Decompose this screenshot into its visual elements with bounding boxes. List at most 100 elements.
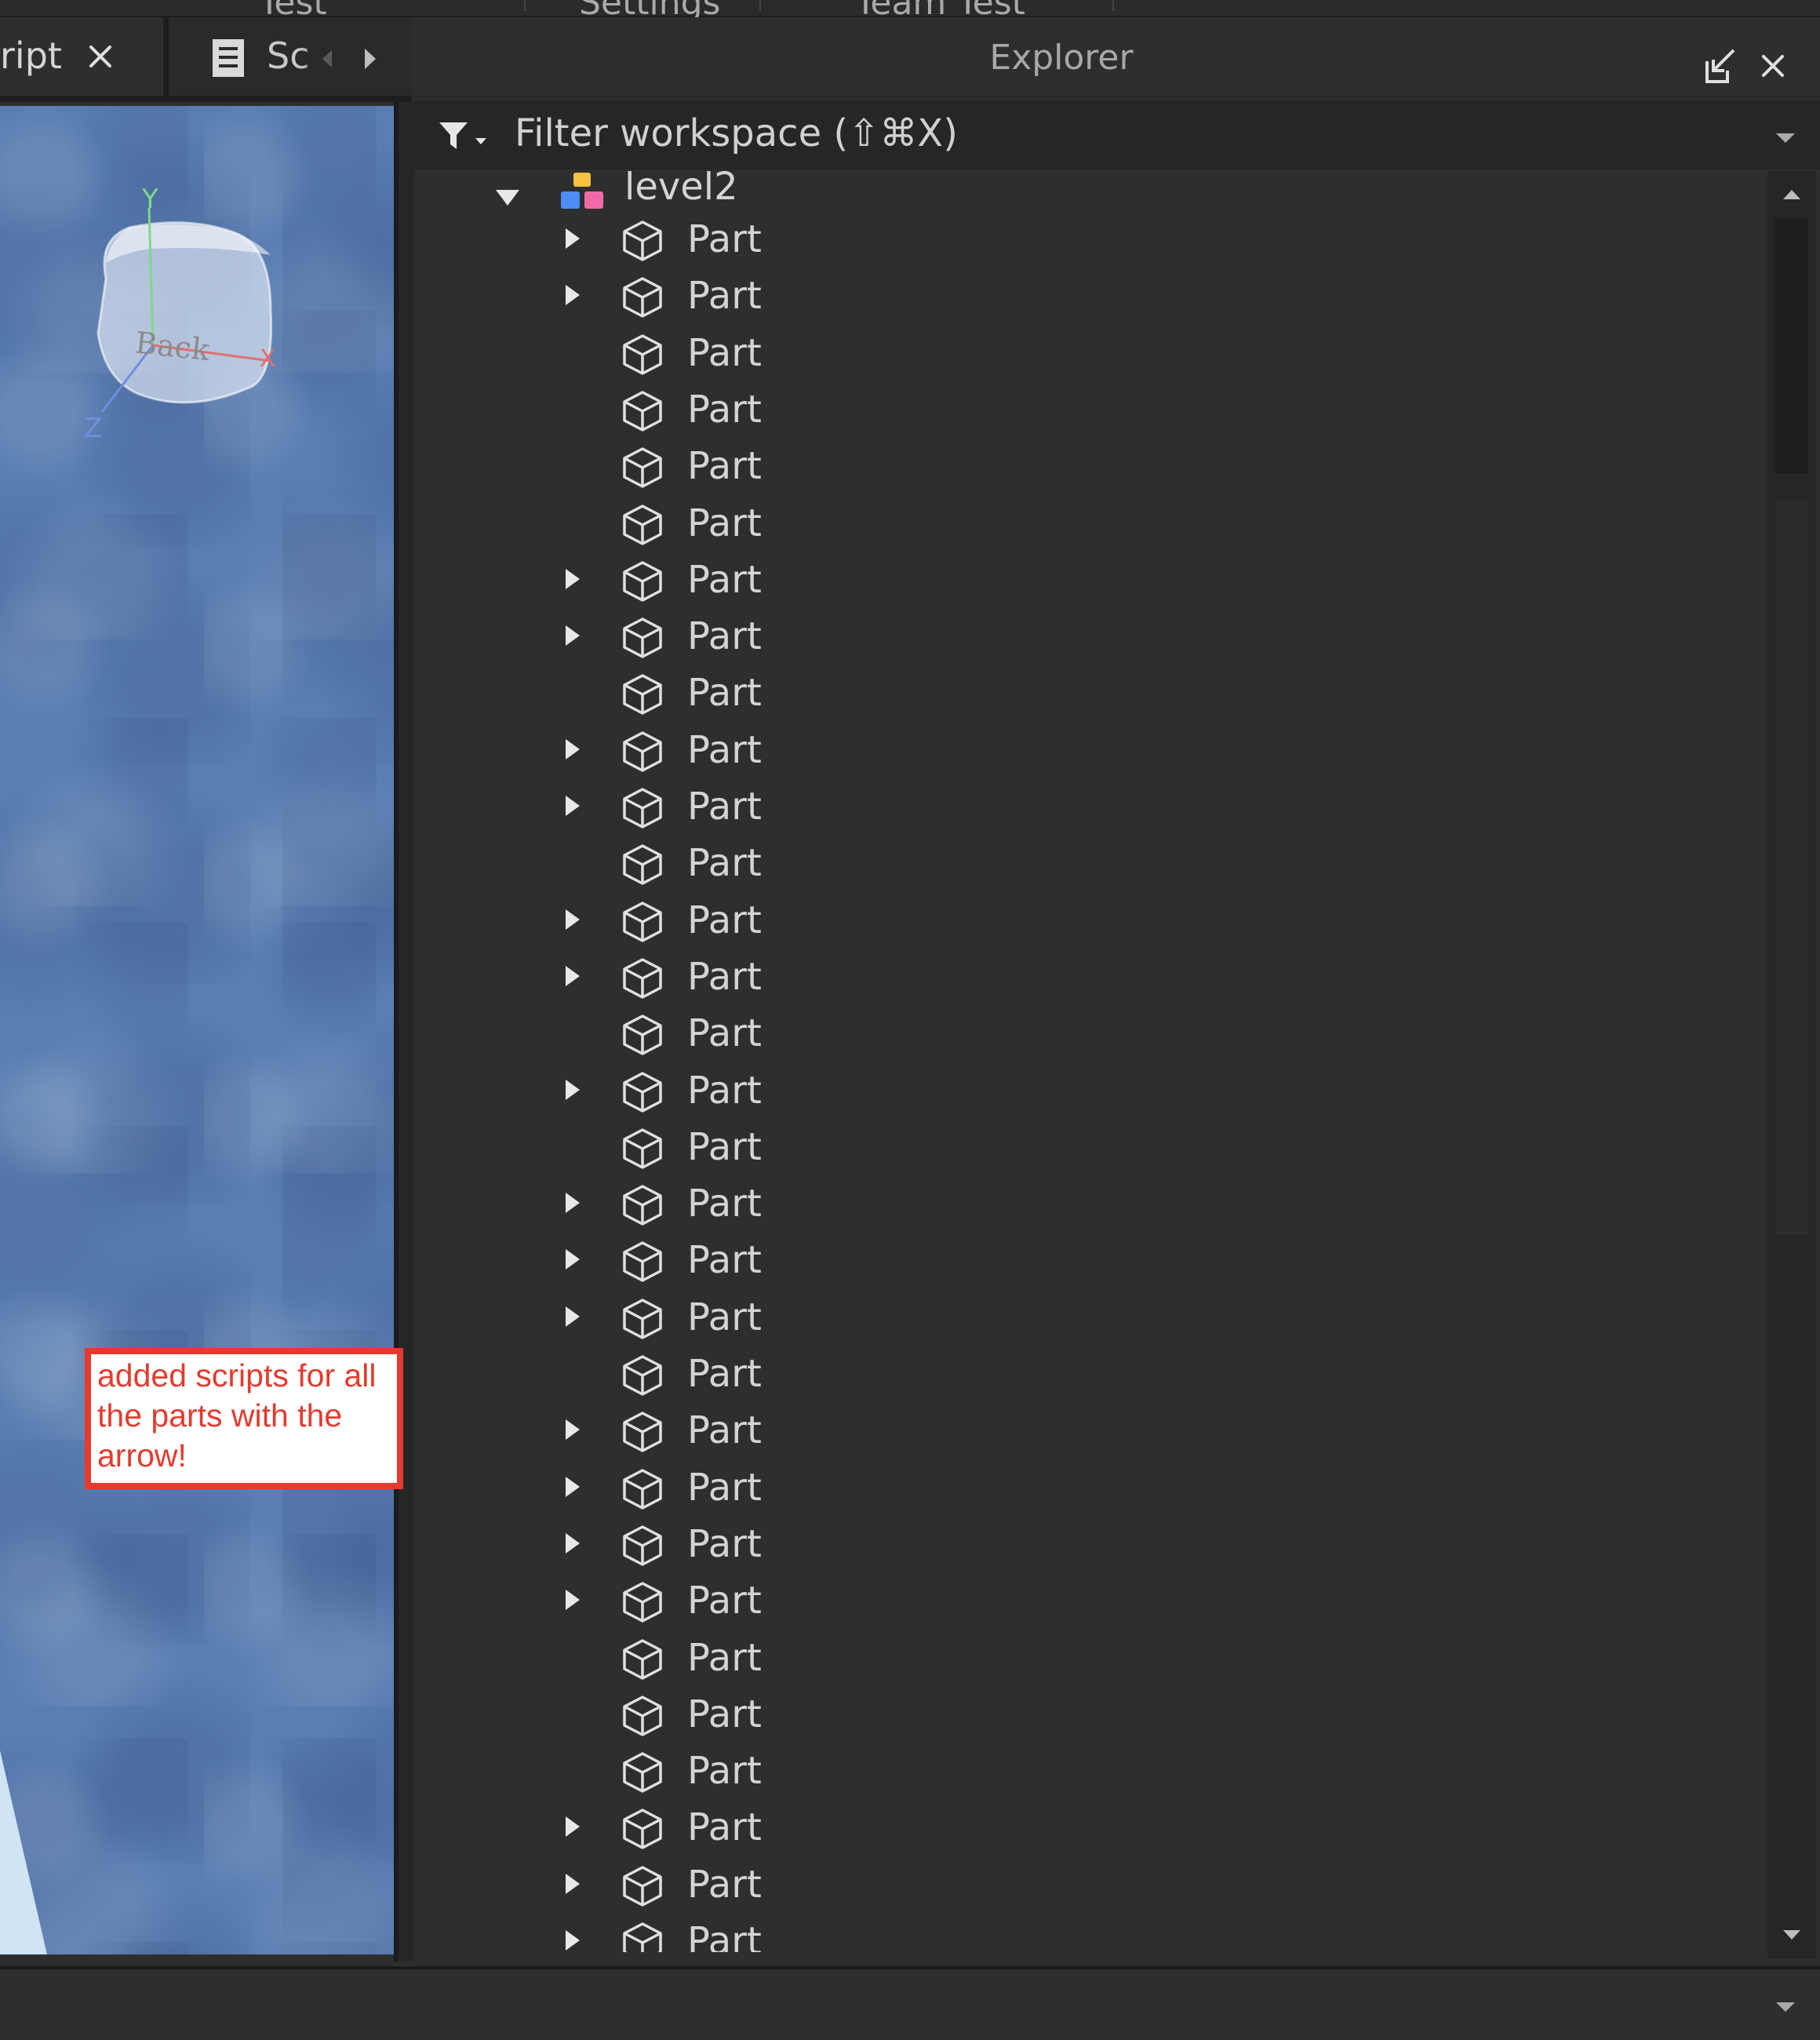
caret-right-icon[interactable] [563, 227, 582, 250]
top-tab-divider [524, 0, 526, 11]
tree-row-part[interactable]: Part [414, 381, 1767, 438]
filter-bar[interactable]: Filter workspace (⇧⌘X) [414, 100, 1820, 169]
tree-row-part[interactable]: Part [414, 608, 1767, 665]
editor-tab-script-2[interactable]: Sc [169, 17, 412, 96]
caret-right-icon[interactable] [563, 1872, 582, 1896]
tree-row-part[interactable]: Part [414, 1346, 1767, 1402]
undock-icon[interactable] [1702, 47, 1740, 85]
caret-right-icon[interactable] [563, 1191, 582, 1215]
tree-row-part[interactable]: Part [414, 778, 1767, 835]
caret-right-icon[interactable] [563, 1305, 582, 1328]
tree-row-part[interactable]: Part [414, 1516, 1767, 1572]
top-tab-divider [759, 0, 761, 11]
tree-row-part[interactable]: Part [414, 211, 1767, 268]
tree-row-part[interactable]: Part [414, 1175, 1767, 1232]
scroll-up-icon[interactable] [1767, 171, 1816, 218]
tree-row-part[interactable]: Part [414, 835, 1767, 891]
scroll-down-icon[interactable] [1767, 1911, 1816, 1958]
caret-right-icon[interactable] [563, 567, 582, 591]
caret-right-icon[interactable] [563, 1929, 582, 1952]
x-axis-label: X [260, 345, 276, 373]
tree-row-part[interactable]: Part [414, 552, 1767, 608]
tree-row-part[interactable]: Part [414, 949, 1767, 1005]
part-icon [623, 1298, 662, 1339]
tree-row-label: Part [687, 1238, 762, 1283]
top-menu-strip: Test Settings Team Test [0, 0, 1820, 23]
tree-row-part[interactable]: Part [414, 722, 1767, 778]
part-icon [623, 1468, 662, 1510]
part-icon [623, 1922, 662, 1952]
tree-row-part[interactable]: Part [414, 1572, 1767, 1629]
chevron-down-icon[interactable] [1773, 130, 1798, 146]
tree-row-label: Part [687, 1068, 762, 1113]
filter-input[interactable]: Filter workspace (⇧⌘X) [515, 111, 958, 155]
caret-right-icon[interactable] [563, 738, 582, 761]
tree-row-part[interactable]: Part [414, 892, 1767, 949]
editor-tab-script[interactable]: ript [0, 17, 163, 96]
tree-row-label: Part [687, 330, 762, 375]
caret-right-icon[interactable] [563, 794, 582, 818]
part-icon [623, 844, 662, 886]
tree-row-part[interactable]: Part [414, 1686, 1767, 1743]
part-icon [623, 1128, 662, 1169]
scrollbar-track[interactable] [1775, 501, 1808, 1235]
tree-row-part[interactable]: Part [414, 1062, 1767, 1119]
tree-row-part[interactable]: Part [414, 1232, 1767, 1288]
tree-row-part[interactable]: Part [414, 1799, 1767, 1856]
caret-right-icon[interactable] [563, 1475, 582, 1499]
tree-row-label: Part [687, 501, 762, 545]
part-icon [623, 1525, 662, 1566]
part-icon [623, 1015, 662, 1055]
tree-row-part[interactable]: Part [414, 1913, 1767, 1952]
caret-right-icon[interactable] [563, 1588, 582, 1612]
part-icon [623, 1071, 662, 1113]
tree-row-part[interactable]: Part [414, 268, 1767, 324]
viewport-3d[interactable]: Y X Z Back [0, 106, 394, 1954]
tree-row-part[interactable]: Part [414, 1459, 1767, 1516]
explorer-tree: level2 Part Part Part Part Part Part Part Part P… [414, 171, 1767, 1952]
scroll-tabs-right-icon[interactable] [357, 44, 382, 74]
tree-row-part[interactable]: Part [414, 665, 1767, 721]
tree-row-part[interactable]: Part [414, 1402, 1767, 1459]
tree-row-label: Part [687, 1295, 762, 1339]
filter-icon[interactable] [436, 119, 496, 154]
part-icon [623, 730, 662, 772]
view-cube-widget[interactable]: Y X Z Back [75, 184, 294, 443]
close-icon[interactable] [1757, 50, 1789, 82]
chevron-down-icon[interactable] [1773, 1999, 1798, 2015]
caret-right-icon[interactable] [563, 1248, 582, 1271]
tree-row-part[interactable]: Part [414, 325, 1767, 381]
tree-row-part[interactable]: Part [414, 438, 1767, 494]
tree-row-part[interactable]: Part [414, 1005, 1767, 1062]
caret-right-icon[interactable] [563, 283, 582, 307]
tree-row-label: Part [687, 1011, 762, 1056]
caret-right-icon[interactable] [563, 1532, 582, 1555]
tree-row-part[interactable]: Part [414, 1630, 1767, 1686]
caret-right-icon[interactable] [563, 908, 582, 931]
close-icon[interactable] [82, 38, 119, 75]
caret-right-icon[interactable] [563, 1815, 582, 1838]
tree-row-part[interactable]: Part [414, 1856, 1767, 1913]
tree-row-label: Part [687, 1182, 762, 1226]
scrollbar-thumb[interactable] [1775, 218, 1808, 474]
z-axis-label: Z [84, 413, 102, 443]
caret-right-icon[interactable] [563, 1418, 582, 1441]
part-icon [623, 504, 662, 545]
caret-right-icon[interactable] [563, 964, 582, 988]
editor-tab-label: ript [0, 35, 62, 77]
tree-row-label: Part [687, 217, 762, 261]
part-icon [623, 277, 662, 319]
tree-row-label: Part [687, 1579, 762, 1623]
scrollbar[interactable] [1767, 171, 1816, 1958]
tree-row-label: Part [687, 785, 762, 829]
explorer-title: Explorer [989, 38, 1134, 78]
caret-down-icon[interactable] [494, 188, 521, 207]
tree-row-part[interactable]: Part [414, 495, 1767, 552]
scroll-tabs-left-icon[interactable] [316, 47, 338, 71]
caret-right-icon[interactable] [563, 1078, 582, 1102]
tree-row-part[interactable]: Part [414, 1119, 1767, 1175]
tree-row-part[interactable]: Part [414, 1743, 1767, 1799]
caret-right-icon[interactable] [563, 624, 582, 647]
part-icon [623, 1865, 662, 1907]
tree-row-part[interactable]: Part [414, 1289, 1767, 1346]
